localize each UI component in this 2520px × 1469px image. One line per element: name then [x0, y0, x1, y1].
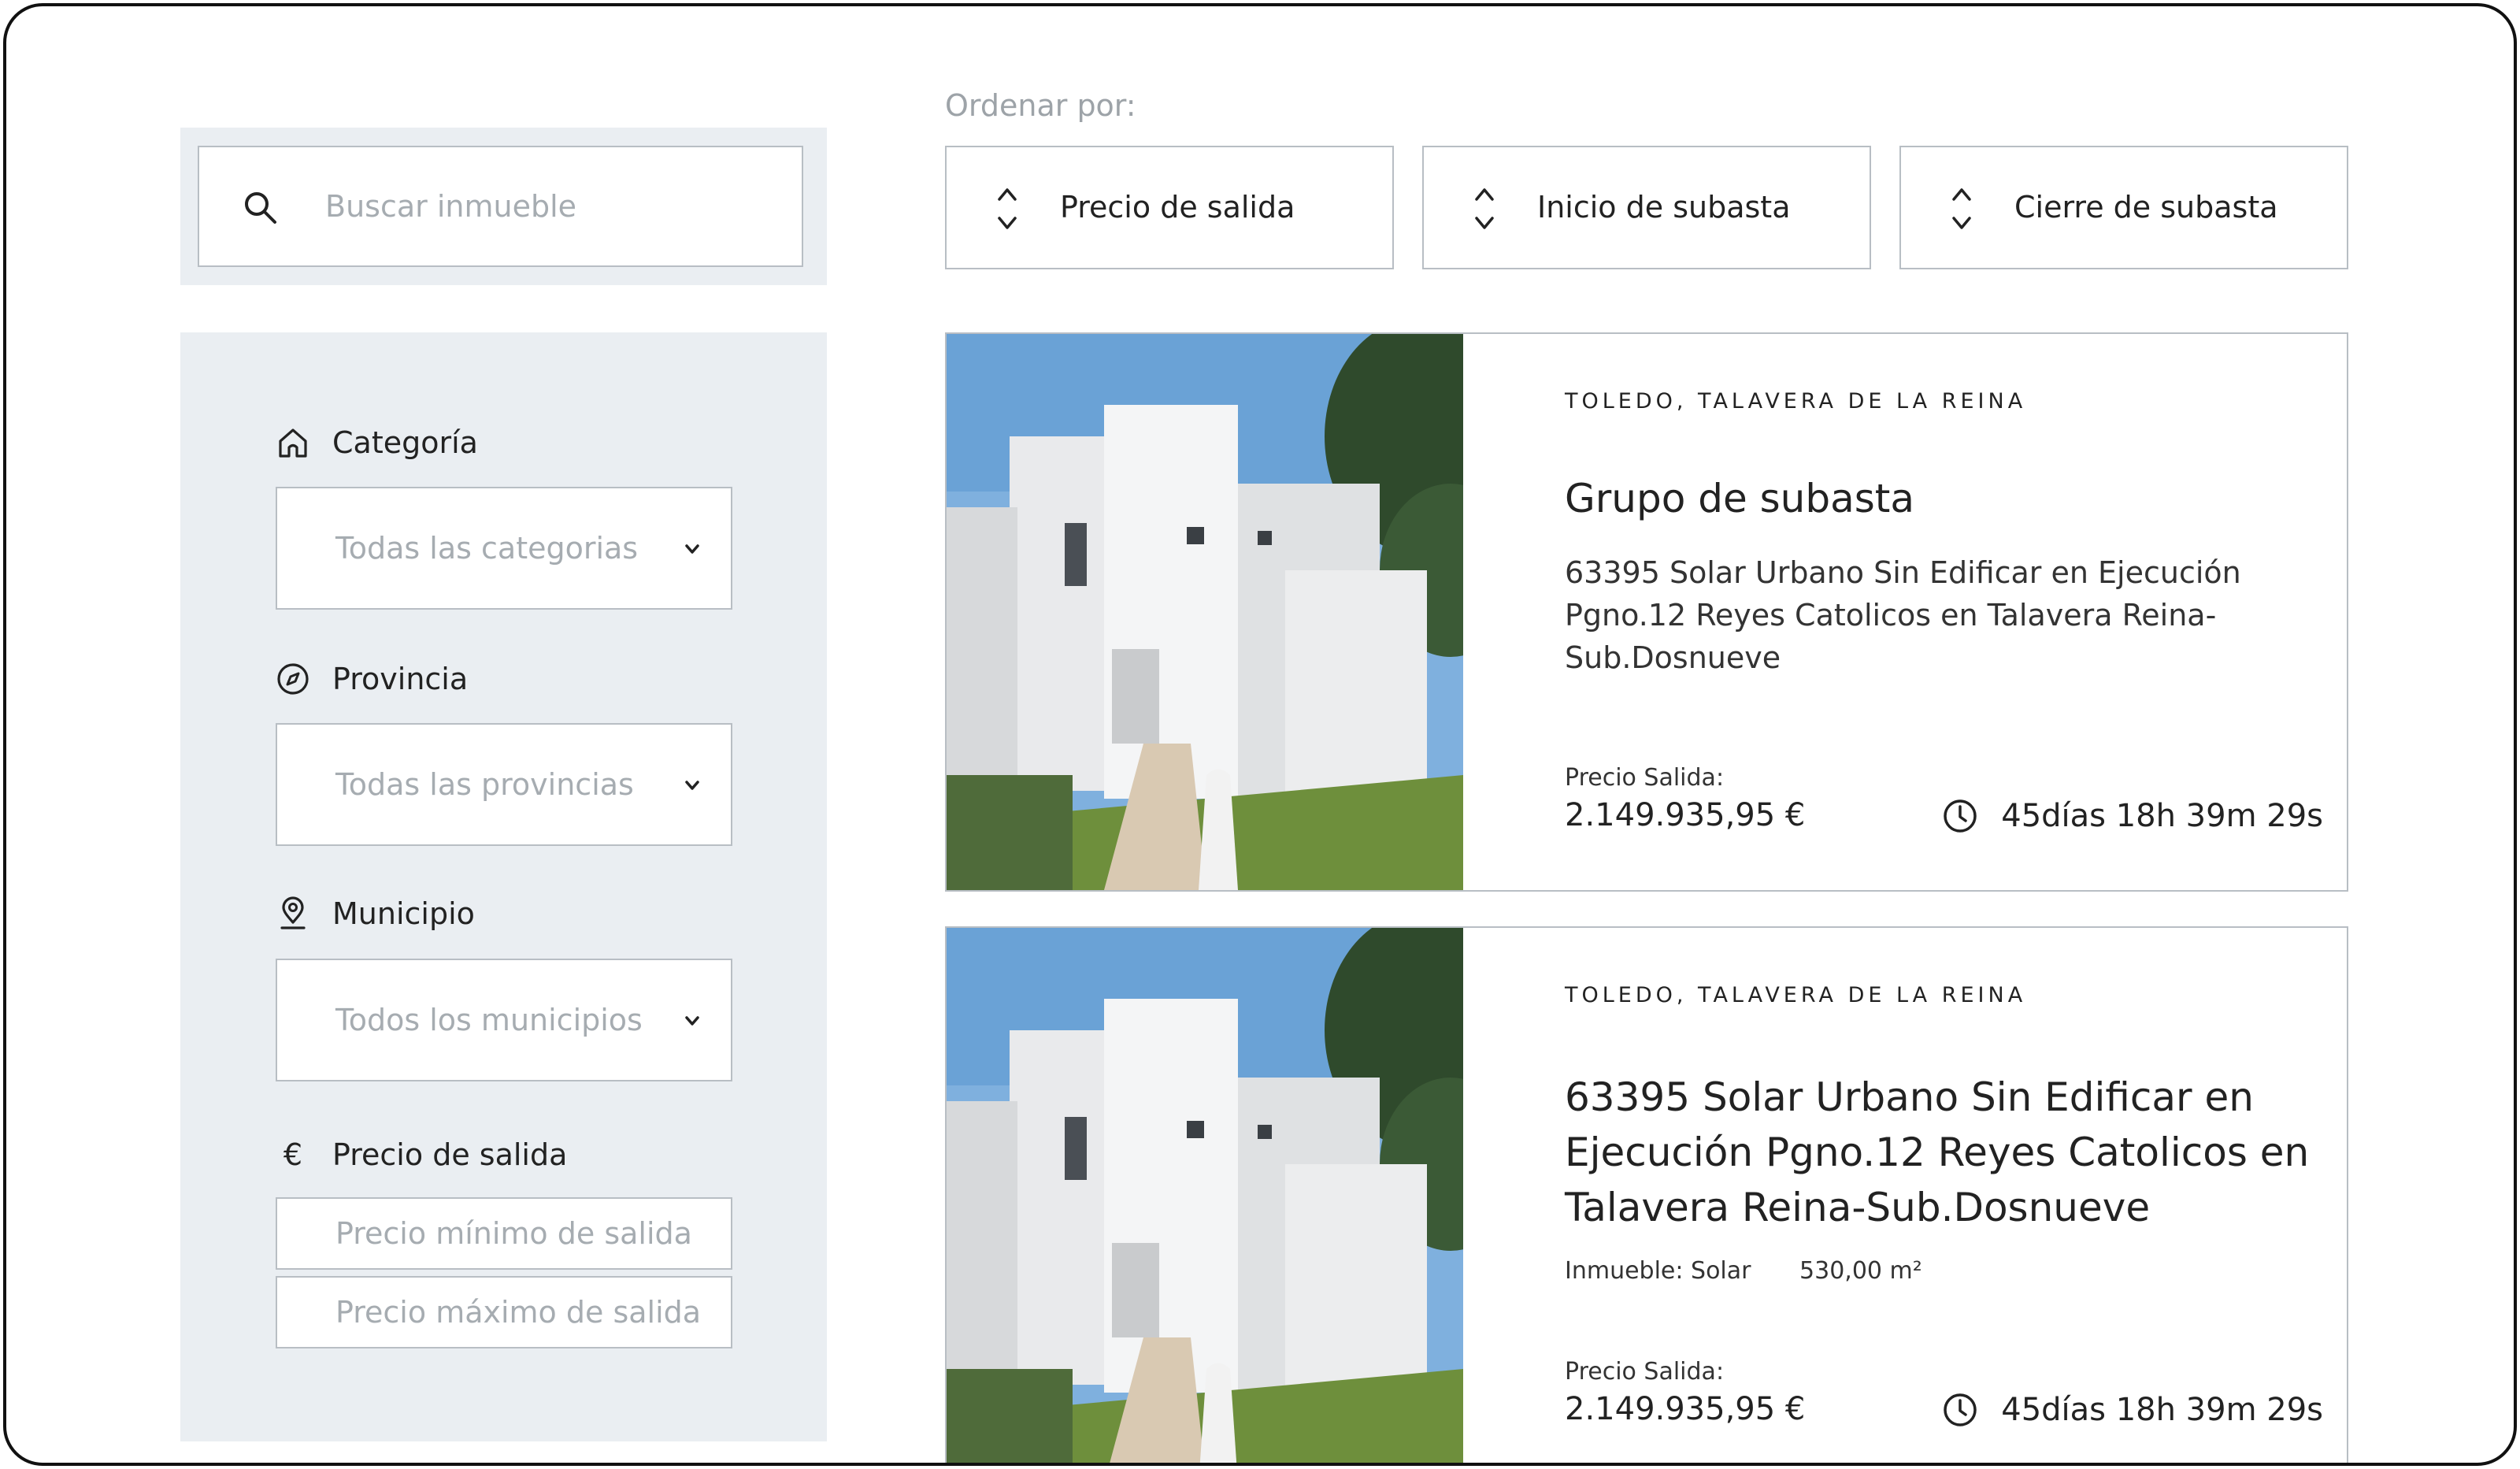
- listing-photo: [947, 334, 1463, 890]
- sort-updown-icon: [998, 188, 1017, 229]
- price-value: 2.149.935,95 €: [1565, 797, 1806, 833]
- price-value: 2.149.935,95 €: [1565, 1391, 1806, 1427]
- chevron-down-icon: [685, 781, 699, 790]
- listing-location: TOLEDO, TALAVERA DE LA REINA: [1565, 389, 2027, 414]
- location-pin-icon: [276, 896, 310, 931]
- app-frame: Ordenar por: Precio de salida Inicio de …: [3, 3, 2517, 1466]
- sort-button-precio-salida[interactable]: Precio de salida: [945, 146, 1394, 269]
- filter-label-categoria: Categoría: [276, 425, 478, 460]
- sort-button-label: Precio de salida: [1060, 190, 1295, 224]
- countdown: 45días 18h 39m 29s: [1941, 1391, 2323, 1429]
- countdown-text: 45días 18h 39m 29s: [2001, 798, 2323, 834]
- categoria-select-value: Todas las categorias: [335, 531, 639, 566]
- listing-location: TOLEDO, TALAVERA DE LA REINA: [1565, 983, 2027, 1007]
- search-panel: [180, 128, 827, 285]
- categoria-select[interactable]: Todas las categorias: [276, 487, 732, 610]
- chevron-down-icon: [685, 544, 699, 554]
- listing-description: 63395 Solar Urbano Sin Edificar en Ejecu…: [1565, 555, 2241, 675]
- filter-label-provincia: Provincia: [276, 662, 468, 696]
- listing-card[interactable]: TOLEDO, TALAVERA DE LA REINA Grupo de su…: [945, 332, 2348, 892]
- euro-icon: €: [283, 1137, 303, 1172]
- listing-photo: [947, 928, 1463, 1463]
- compass-icon: [276, 662, 310, 696]
- sort-updown-icon: [1952, 188, 1971, 229]
- provincia-select[interactable]: Todas las provincias: [276, 723, 732, 846]
- sort-button-cierre-subasta[interactable]: Cierre de subasta: [1899, 146, 2348, 269]
- listing-title[interactable]: Grupo de subasta: [1565, 476, 1914, 521]
- sort-label: Ordenar por:: [945, 88, 1136, 123]
- listing-meta: Inmueble: Solar 530,00 m²: [1565, 1257, 1922, 1285]
- precio-max-input[interactable]: [277, 1278, 731, 1347]
- provincia-select-value: Todas las provincias: [335, 767, 634, 802]
- filters-panel: Categoría Todas las categorias Provincia…: [180, 332, 827, 1441]
- municipio-select-value: Todos los municipios: [335, 1003, 643, 1037]
- clock-icon: [1944, 1393, 1977, 1426]
- listing-card[interactable]: TOLEDO, TALAVERA DE LA REINA 63395 Solar…: [945, 926, 2348, 1463]
- search-box[interactable]: [198, 146, 803, 267]
- sort-button-label: Cierre de subasta: [2014, 190, 2278, 224]
- sort-updown-icon: [1475, 188, 1494, 229]
- precio-min-field[interactable]: [276, 1197, 732, 1270]
- search-icon[interactable]: [242, 189, 280, 227]
- chevron-down-icon: [685, 1016, 699, 1026]
- filter-label-precio: € Precio de salida: [276, 1137, 567, 1172]
- sort-button-label: Inicio de subasta: [1537, 190, 1791, 224]
- precio-max-field[interactable]: [276, 1276, 732, 1348]
- price-label: Precio Salida:: [1565, 1358, 1725, 1386]
- countdown-text: 45días 18h 39m 29s: [2001, 1392, 2323, 1428]
- filter-label-municipio: Municipio: [276, 896, 475, 931]
- listing-title[interactable]: 63395 Solar Urbano Sin Edificar en Ejecu…: [1565, 1070, 2321, 1235]
- municipio-select[interactable]: Todos los municipios: [276, 959, 732, 1081]
- property-area: 530,00 m²: [1799, 1257, 1922, 1285]
- sort-button-inicio-subasta[interactable]: Inicio de subasta: [1422, 146, 1871, 269]
- countdown: 45días 18h 39m 29s: [1941, 797, 2323, 835]
- precio-min-input[interactable]: [277, 1199, 731, 1268]
- price-label: Precio Salida:: [1565, 764, 1725, 792]
- property-type: Inmueble: Solar: [1565, 1257, 1751, 1285]
- search-input[interactable]: [325, 147, 782, 265]
- home-icon: [276, 425, 310, 460]
- clock-icon: [1944, 799, 1977, 833]
